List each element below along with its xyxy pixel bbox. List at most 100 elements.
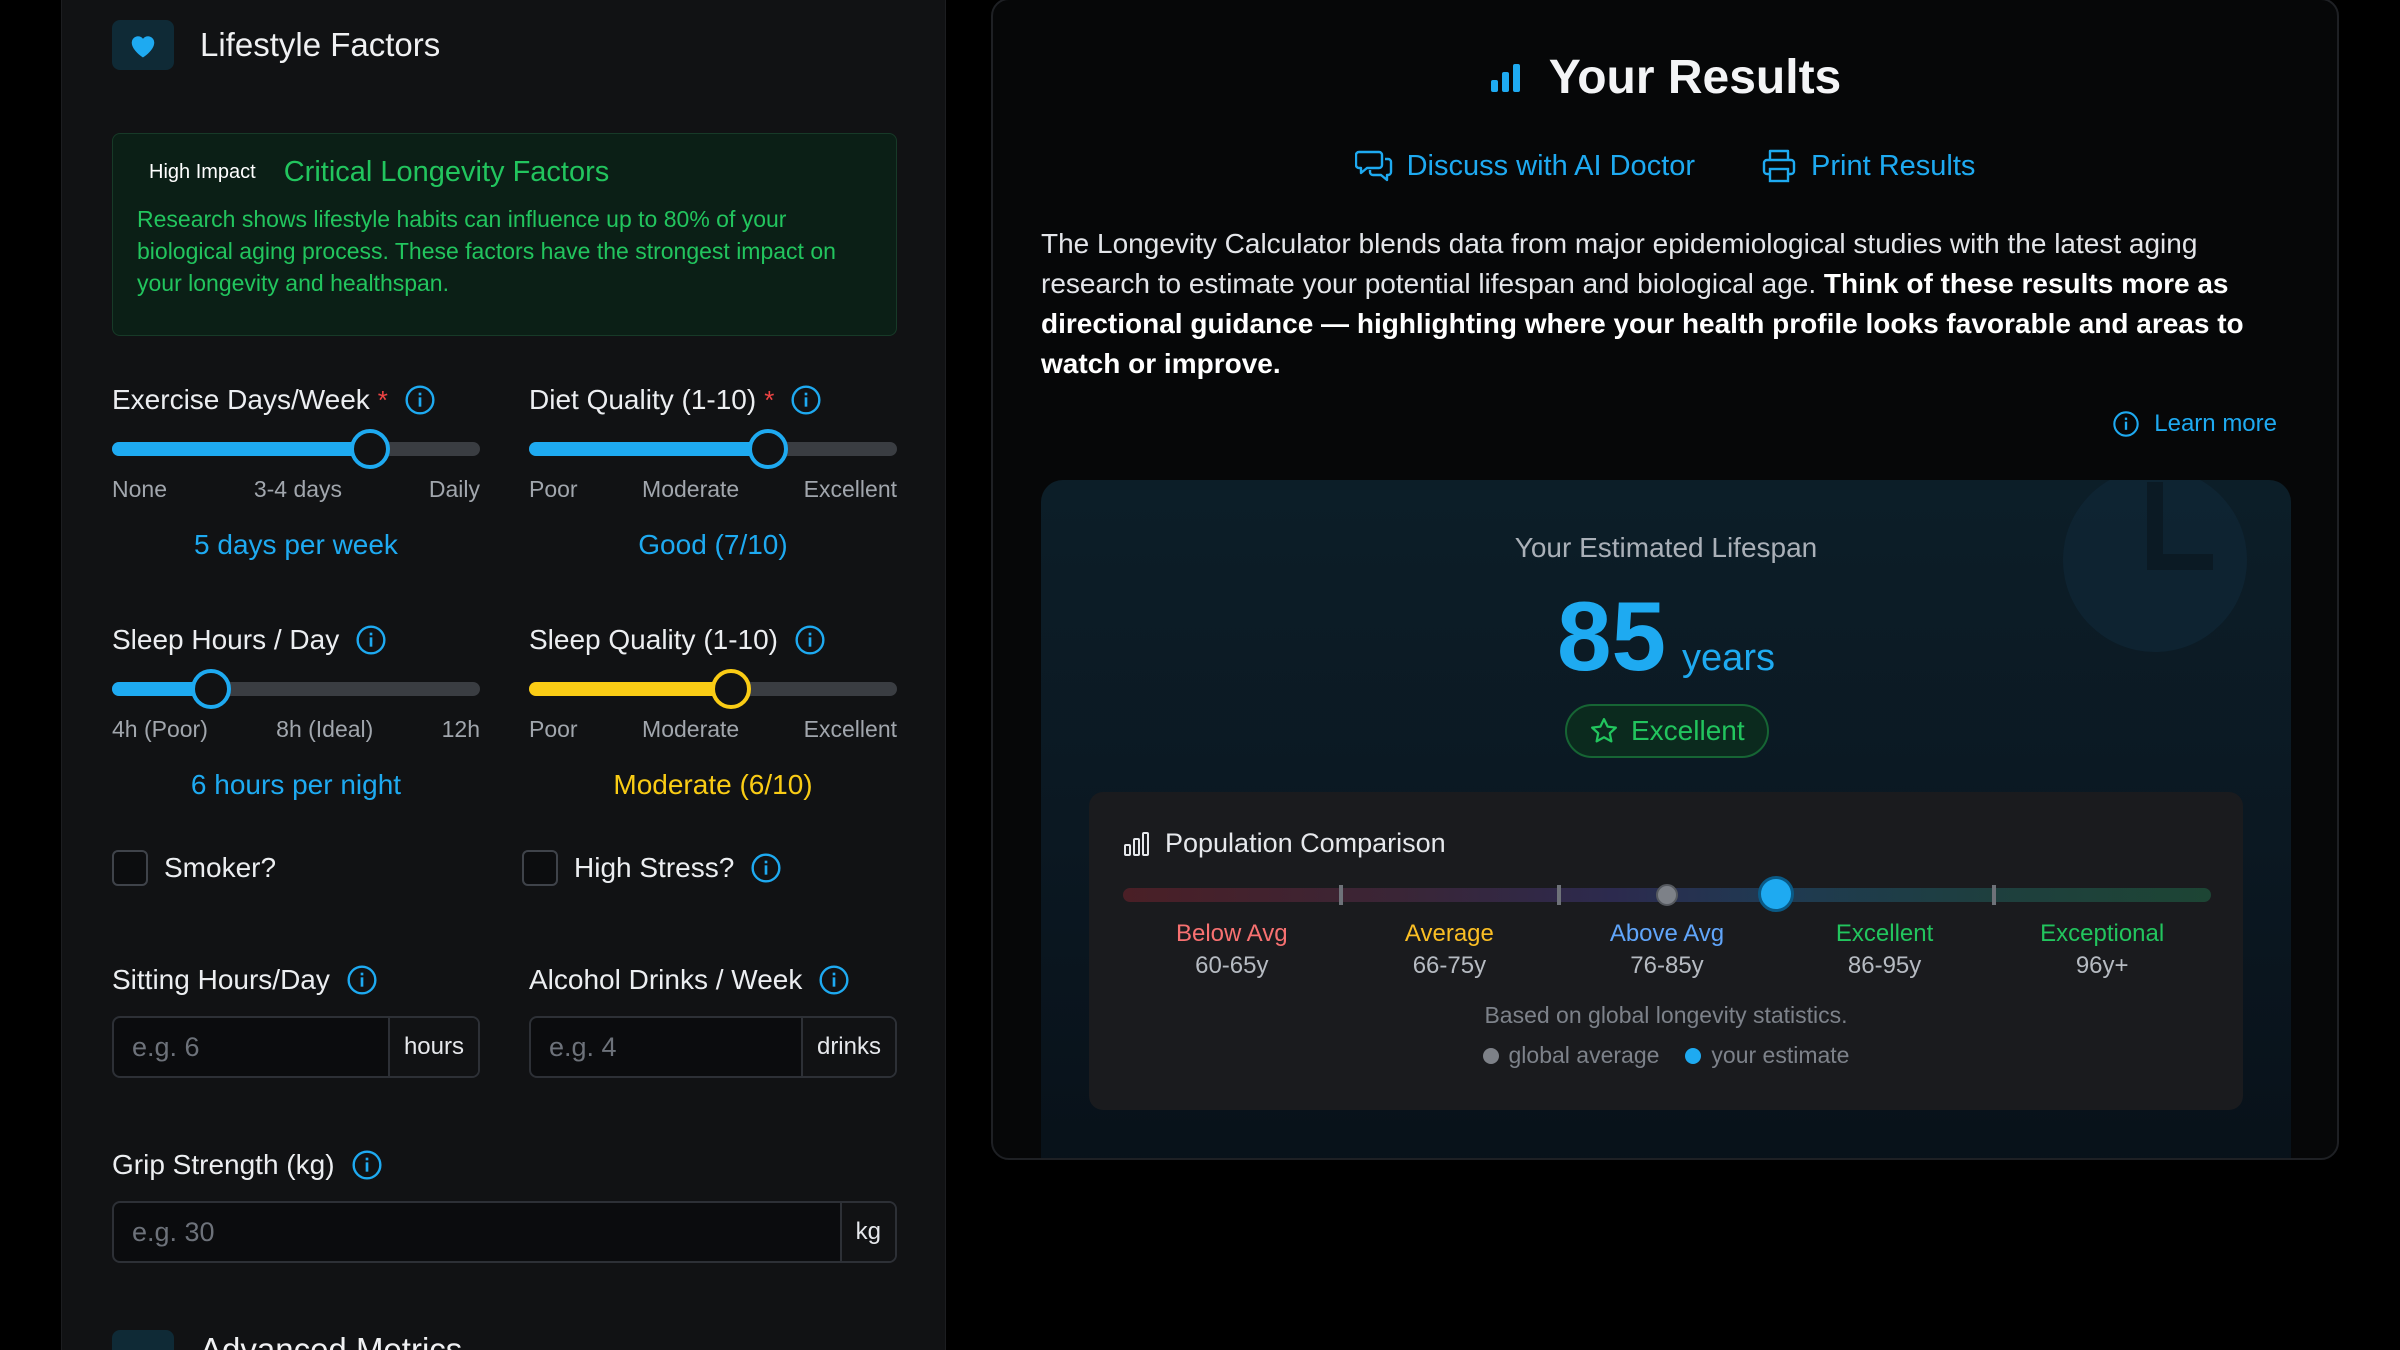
unit-label: drinks <box>800 1018 895 1076</box>
scale-divider <box>1339 885 1343 905</box>
your-estimate-marker <box>1757 876 1794 912</box>
metrics-icon <box>112 1330 174 1350</box>
tick-label: Moderate <box>642 476 740 502</box>
info-icon[interactable] <box>351 1149 383 1181</box>
population-categories: Below Avg 60-65y Average 66-75y Above Av… <box>1123 920 2211 980</box>
population-legend: global average your estimate <box>1089 1042 2243 1069</box>
population-comparison: Population Comparison Below Avg 60-65y A… <box>1089 792 2243 1110</box>
learn-more-label: Learn more <box>2154 410 2277 437</box>
grip-input[interactable] <box>114 1203 840 1261</box>
exercise-slider[interactable] <box>112 428 480 469</box>
grip-label: Grip Strength (kg) <box>112 1149 335 1180</box>
discuss-ai-doctor-button[interactable]: Discuss with AI Doctor <box>1354 148 1696 184</box>
grip-input-group: kg <box>112 1201 897 1263</box>
heart-icon <box>112 20 174 70</box>
sleep-hours-field: Sleep Hours / Day 4h (Poor) 8h (Ideal) 1… <box>112 620 480 801</box>
sleep-quality-slider[interactable] <box>529 668 897 709</box>
tick-label: 12h <box>441 716 480 742</box>
category-above-avg: Above Avg 76-85y <box>1558 920 1776 980</box>
category-range: 86-95y <box>1847 952 1922 979</box>
alcohol-field: Alcohol Drinks / Week drinks <box>529 960 897 1078</box>
info-icon[interactable] <box>794 624 826 656</box>
sitting-field: Sitting Hours/Day hours <box>112 960 480 1078</box>
tick-label: None <box>112 476 167 502</box>
bar-chart-icon <box>1490 63 1520 92</box>
category-range: 96y+ <box>2075 952 2129 979</box>
tick-label: 3-4 days <box>253 476 343 502</box>
scale-divider <box>1992 885 1996 905</box>
lifespan-card: Your Estimated Lifespan 85 years Excellen… <box>1041 480 2291 1158</box>
category-name: Above Avg <box>1609 920 1725 947</box>
category-exceptional: Exceptional 96y+ <box>1993 920 2211 980</box>
sitting-input[interactable] <box>114 1018 388 1076</box>
impact-text: Research shows lifestyle habits can infl… <box>137 206 836 296</box>
unit-label: kg <box>839 1203 895 1261</box>
sleep-quality-field: Sleep Quality (1-10) Poor Moderate Excel… <box>529 620 897 801</box>
smoker-label: Smoker? <box>164 852 277 883</box>
category-range: 76-85y <box>1630 952 1704 979</box>
rating-badge: Excellent <box>1565 704 1769 758</box>
advanced-metrics-header: Advanced Metrics <box>112 1330 462 1350</box>
sleep-quality-value: Moderate (6/10) <box>613 769 813 800</box>
stress-option[interactable]: High Stress? <box>522 850 782 886</box>
estimate-unit: years <box>1682 637 1775 679</box>
info-icon[interactable] <box>355 624 387 656</box>
learn-more-link[interactable]: Learn more <box>2112 410 2277 438</box>
info-icon[interactable] <box>404 384 436 416</box>
tick-label: Poor <box>529 716 578 742</box>
results-title: Your Results <box>1548 51 1842 104</box>
impact-title: Critical Longevity Factors <box>283 156 610 188</box>
info-icon[interactable] <box>346 964 378 996</box>
required-mark: * <box>764 384 775 415</box>
required-mark: * <box>377 384 388 415</box>
category-name: Average <box>1404 920 1494 947</box>
star-icon <box>1591 718 1617 743</box>
info-icon[interactable] <box>750 852 782 884</box>
population-title: Population Comparison <box>1165 828 1446 858</box>
category-average: Average 66-75y <box>1341 920 1559 980</box>
diet-slider[interactable] <box>529 428 897 469</box>
tick-label: Excellent <box>803 716 897 742</box>
bar-chart-icon <box>1124 831 1149 856</box>
category-range: 66-75y <box>1412 952 1487 979</box>
sitting-label: Sitting Hours/Day <box>112 964 330 995</box>
estimate-display: 85 years <box>1041 580 2291 693</box>
stress-checkbox[interactable] <box>522 850 558 886</box>
impact-callout: High Impact Critical Longevity Factors R… <box>112 133 897 336</box>
section-title: Lifestyle Factors <box>200 26 441 63</box>
category-name: Excellent <box>1835 920 1934 947</box>
chat-icon <box>1354 150 1392 182</box>
print-results-button[interactable]: Print Results <box>1761 148 1975 184</box>
sitting-input-group: hours <box>112 1016 480 1078</box>
printer-icon <box>1762 149 1796 183</box>
tick-label: Moderate <box>642 716 740 742</box>
info-icon <box>2113 411 2139 437</box>
slider-thumb[interactable] <box>711 669 752 709</box>
legend-estimate: your estimate <box>1685 1042 1849 1069</box>
impact-badge: High Impact <box>149 161 256 183</box>
slider-thumb[interactable] <box>191 669 232 709</box>
section-title: Advanced Metrics <box>200 1331 463 1350</box>
info-icon[interactable] <box>818 964 850 996</box>
diet-label: Diet Quality (1-10) <box>529 384 757 415</box>
slider-thumb[interactable] <box>349 429 390 469</box>
grip-field: Grip Strength (kg) kg <box>112 1145 897 1263</box>
smoker-option[interactable]: Smoker? <box>112 850 276 886</box>
sleep-hours-slider[interactable] <box>112 668 480 709</box>
legend-label: your estimate <box>1711 1042 1850 1068</box>
diet-field: Diet Quality (1-10) * Poor Moderate Exce… <box>529 380 897 561</box>
discuss-label: Discuss with AI Doctor <box>1406 149 1696 182</box>
exercise-field: Exercise Days/Week * None 3-4 days Daily… <box>112 380 480 561</box>
exercise-value: 5 days per week <box>194 529 398 560</box>
slider-thumb[interactable] <box>748 429 789 469</box>
legend-global: global average <box>1482 1042 1659 1069</box>
result-actions: Discuss with AI Doctor Print Results <box>993 148 2337 184</box>
info-icon[interactable] <box>790 384 822 416</box>
global-average-marker <box>1656 884 1678 906</box>
unit-label: hours <box>387 1018 478 1076</box>
smoker-checkbox[interactable] <box>112 850 148 886</box>
alcohol-input[interactable] <box>531 1018 801 1076</box>
alcohol-input-group: drinks <box>529 1016 897 1078</box>
exercise-label: Exercise Days/Week <box>112 384 370 415</box>
legend-dot <box>1482 1047 1499 1064</box>
